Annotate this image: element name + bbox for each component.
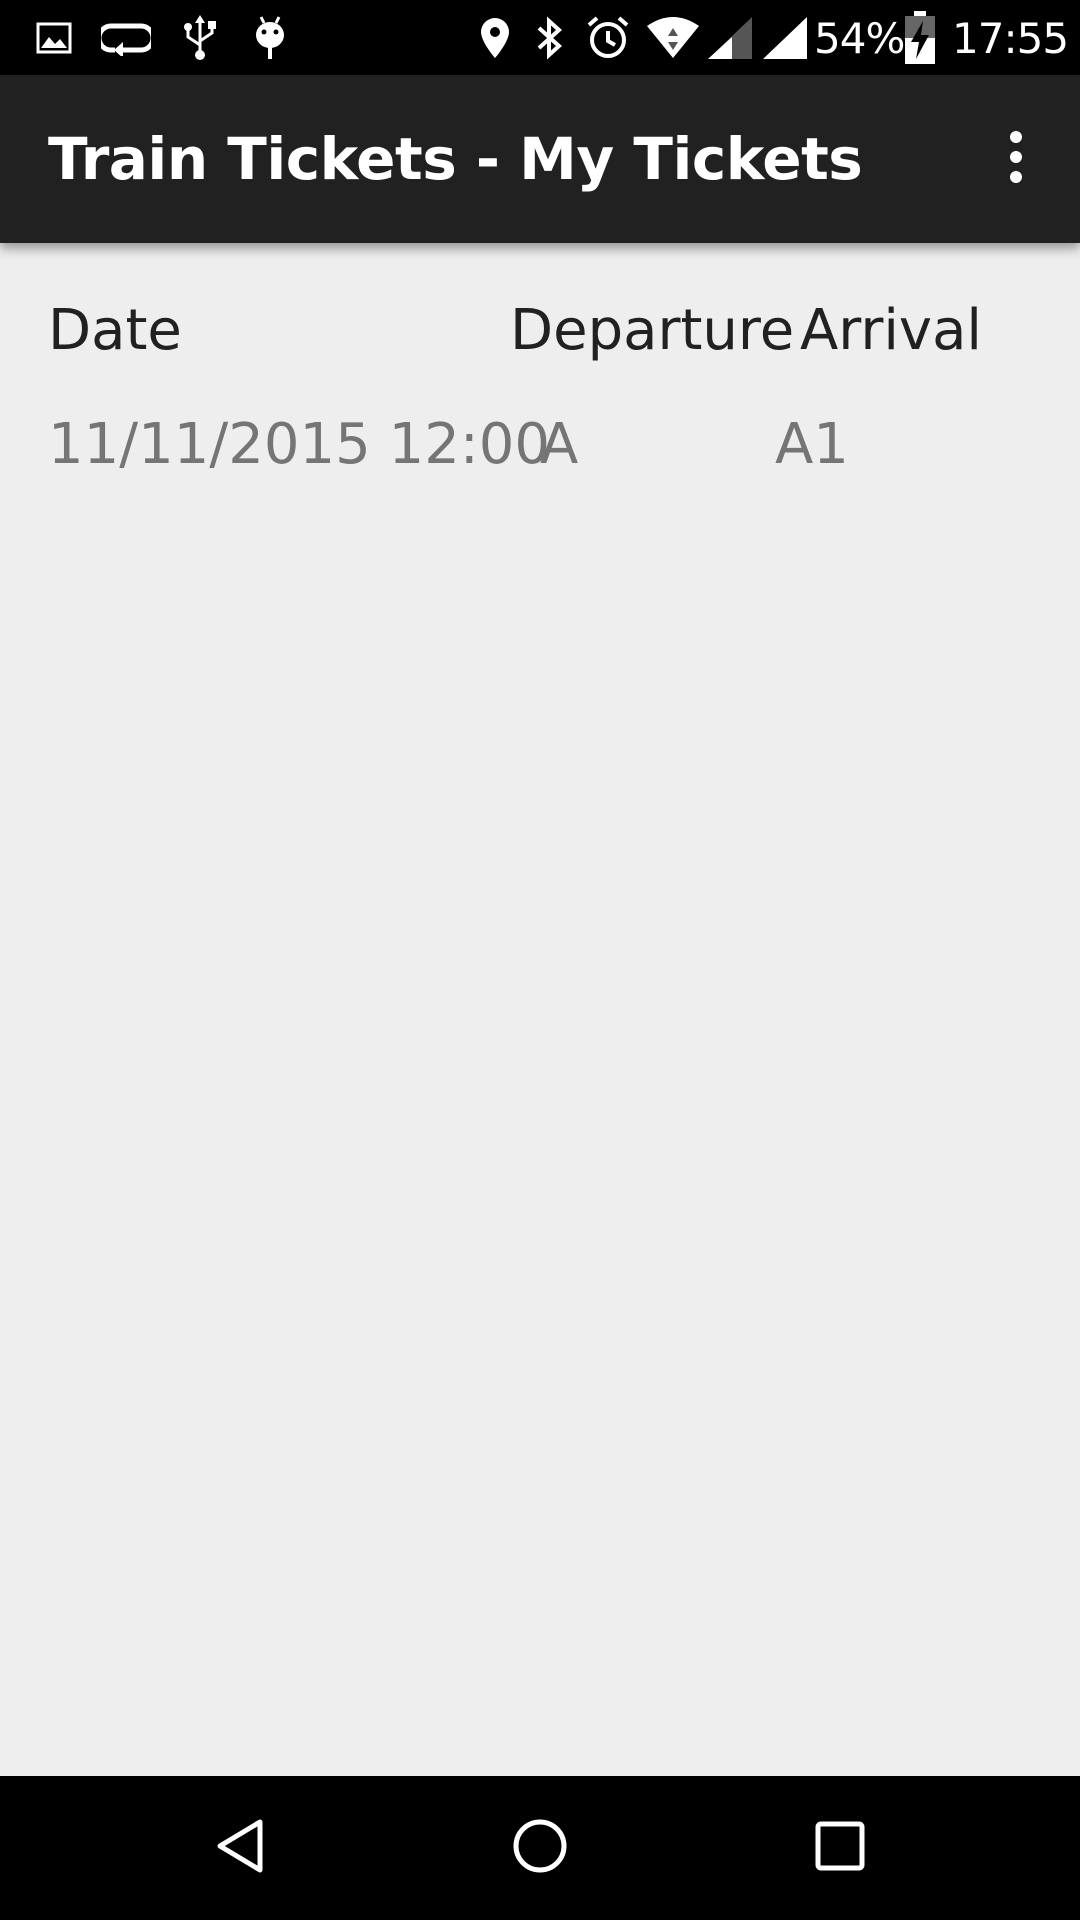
header-departure: Departure: [510, 298, 795, 363]
header-date: Date: [48, 298, 182, 363]
row-date: 11/11/2015 12:00: [48, 412, 550, 477]
wifi-icon: [645, 10, 701, 66]
recents-button[interactable]: [790, 1798, 890, 1898]
alarm-icon: [584, 10, 632, 66]
battery-charging-icon: [902, 10, 938, 66]
back-icon: [210, 1816, 270, 1881]
page-title: Train Tickets - My Tickets: [48, 125, 863, 193]
back-button[interactable]: [190, 1798, 290, 1898]
header-arrival: Arrival: [800, 298, 982, 363]
loop-icon: [100, 10, 152, 66]
android-debug-icon: [250, 10, 290, 66]
image-icon: [34, 10, 74, 66]
usb-icon: [180, 10, 220, 66]
status-bar: 54% 17:55: [0, 0, 1080, 75]
signal-icon: [705, 10, 755, 66]
home-button[interactable]: [490, 1798, 590, 1898]
more-vert-icon: [1006, 130, 1026, 189]
signal-icon-full: [760, 10, 810, 66]
row-departure: A: [540, 412, 579, 477]
home-icon: [510, 1816, 570, 1881]
clock: 17:55: [952, 14, 1069, 63]
overflow-menu-button[interactable]: [980, 119, 1052, 199]
navigation-bar: [0, 1776, 1080, 1920]
battery-percent: 54%: [814, 14, 905, 63]
row-arrival: A1: [775, 412, 849, 477]
app-bar: Train Tickets - My Tickets: [0, 75, 1080, 243]
location-icon: [475, 10, 515, 66]
recents-icon: [812, 1818, 868, 1879]
bluetooth-icon: [530, 10, 570, 66]
